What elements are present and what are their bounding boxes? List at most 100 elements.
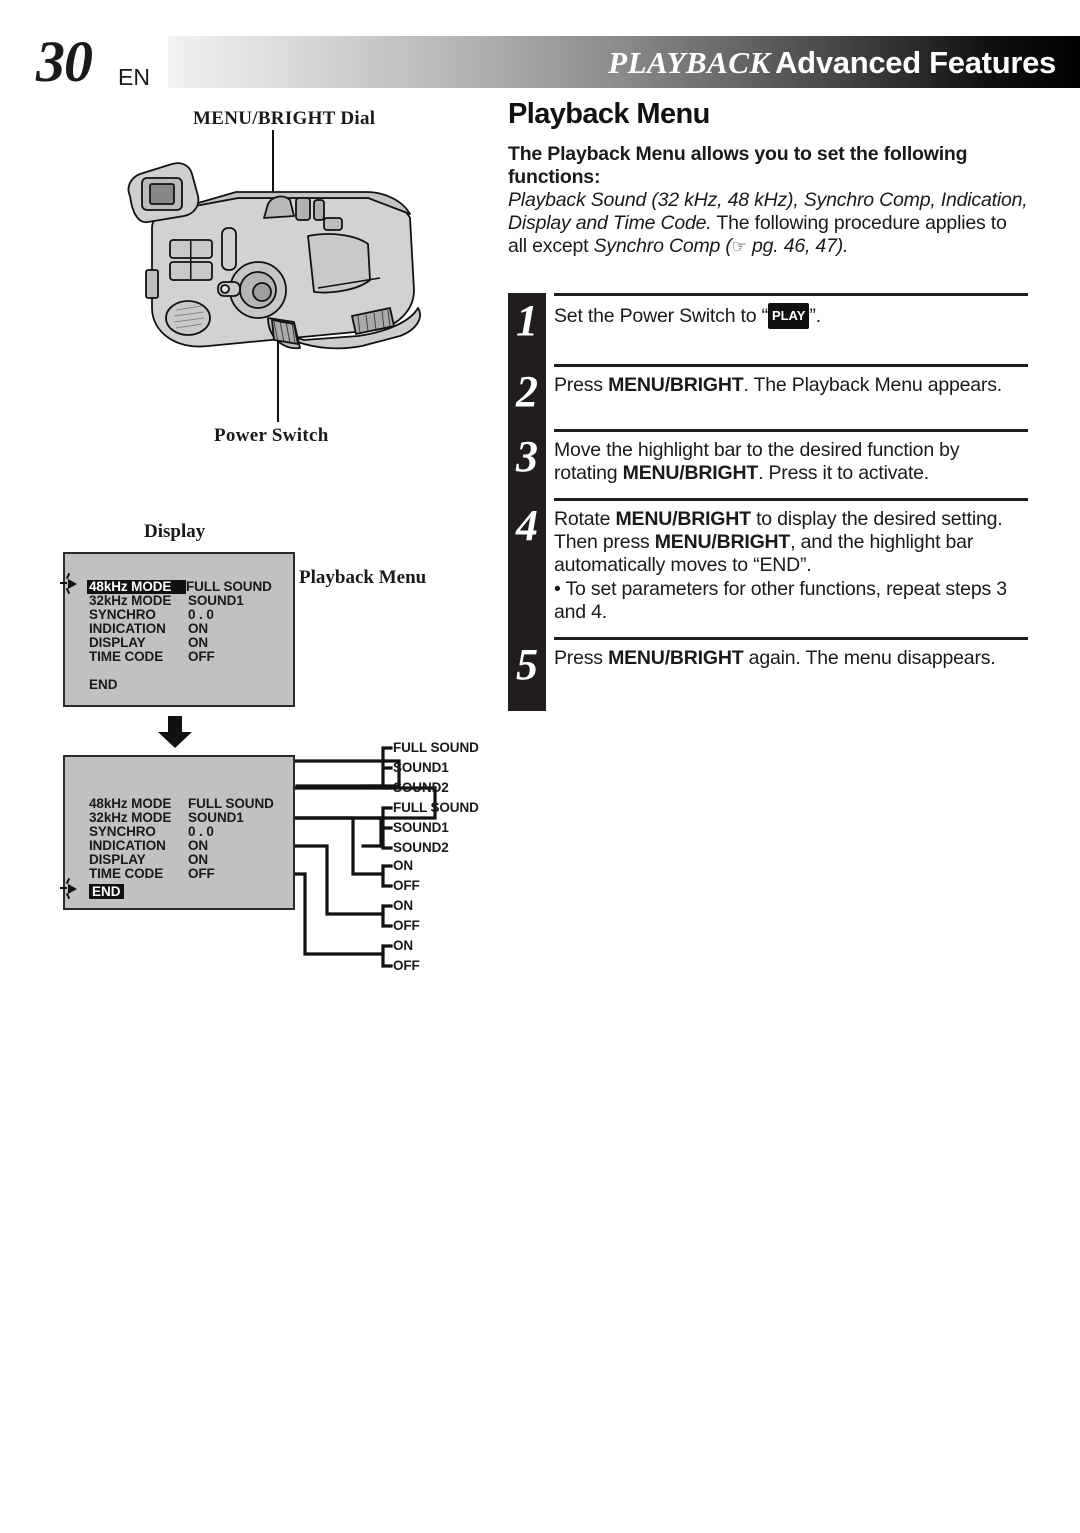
step-number-3: 3	[516, 432, 538, 481]
menu-row[interactable]: DISPLAY ON	[89, 853, 274, 867]
step2-button-name: MENU/BRIGHT	[608, 374, 744, 396]
menu-row-name: DISPLAY	[89, 635, 146, 650]
step-body-2: Press MENU/BRIGHT. The Playback Menu app…	[554, 374, 1028, 397]
pointing-hand-icon: ☞	[731, 237, 747, 257]
header-title-subject: Advanced Features	[775, 45, 1056, 80]
menu-row-list-1: 48kHz MODE FULL SOUND 32kHz MODE SOUND1 …	[87, 579, 272, 664]
menu-row-name: TIME CODE	[89, 649, 164, 664]
step-divider	[554, 429, 1028, 432]
menu-row-name: TIME CODE	[89, 866, 164, 881]
tree-option[interactable]: SOUND2	[393, 840, 449, 855]
label-playback-menu: Playback Menu	[299, 567, 427, 588]
tree-option[interactable]: SOUND1	[393, 760, 449, 775]
menu-row-name: SYNCHRO	[89, 824, 156, 839]
tree-connector-lines	[291, 746, 437, 968]
step1-text-before: Set the Power Switch to “	[554, 305, 768, 327]
step4-button-name-b: MENU/BRIGHT	[654, 531, 791, 553]
tree-option[interactable]: ON	[393, 938, 413, 953]
menu-row-name: DISPLAY	[89, 852, 146, 867]
header-title-section: PLAYBACK	[608, 45, 771, 80]
menu-row-value: ON	[188, 635, 209, 650]
step2-text-before: Press	[554, 374, 609, 396]
intro-paragraph-bold: The Playback Menu allows you to set the …	[508, 143, 968, 188]
step4-text-before: Rotate	[554, 508, 616, 530]
tree-option[interactable]: OFF	[393, 878, 420, 893]
tree-option[interactable]: FULL SOUND	[393, 740, 479, 755]
menu-row[interactable]: DISPLAY ON	[89, 636, 272, 650]
intro-page-reference: pg. 46, 47).	[746, 235, 849, 257]
tree-option[interactable]: FULL SOUND	[393, 800, 479, 815]
menu-row-name: SYNCHRO	[89, 607, 156, 622]
lcd-screen-menu-initial: 48kHz MODE FULL SOUND 32kHz MODE SOUND1 …	[63, 552, 295, 707]
intro-paragraph: Playback Sound (32 kHz, 48 kHz), Synchro…	[508, 189, 1028, 257]
menu-row[interactable]: 48kHz MODE FULL SOUND	[89, 797, 274, 811]
tree-option[interactable]: ON	[393, 898, 413, 913]
menu-row-value: OFF	[188, 649, 215, 664]
menu-row-value: FULL SOUND	[188, 796, 274, 811]
menu-row[interactable]: INDICATION ON	[89, 839, 274, 853]
step4-button-name-a: MENU/BRIGHT	[615, 508, 751, 530]
step-body-4: Rotate MENU/BRIGHT to display the desire…	[554, 508, 1028, 624]
camcorder-illustration	[127, 162, 421, 350]
step-text-5: Press MENU/BRIGHT again. The menu disapp…	[554, 647, 1028, 670]
step5-text-before: Press	[554, 647, 609, 669]
menu-row[interactable]: SYNCHRO 0 . 0	[89, 825, 274, 839]
menu-options-tree: FULL SOUND SOUND1 SOUND2 FULL SOUND SOUN…	[291, 740, 535, 980]
menu-row-name: 32kHz MODE	[89, 593, 172, 608]
step-text-2: Press MENU/BRIGHT. The Playback Menu app…	[554, 374, 1028, 397]
step-divider	[554, 293, 1028, 296]
menu-row-name: INDICATION	[89, 838, 166, 853]
step-divider	[554, 364, 1028, 367]
step-body-5: Press MENU/BRIGHT again. The menu disapp…	[554, 647, 1028, 670]
step-divider	[554, 637, 1028, 640]
menu-row[interactable]: INDICATION ON	[89, 622, 272, 636]
page-header: 30 EN PLAYBACK Advanced Features	[0, 29, 1080, 94]
label-display: Display	[144, 521, 206, 542]
menu-row-value: OFF	[188, 866, 215, 881]
play-mode-badge: PLAY	[767, 303, 810, 329]
step5-text-after: again. The menu disappears.	[743, 647, 996, 669]
menu-row-value: ON	[188, 621, 209, 636]
tree-option[interactable]: SOUND2	[393, 780, 449, 795]
procedure-steps: 1 Set the Power Switch to “PLAY”. 2 Pres…	[508, 293, 1028, 711]
menu-end-label: END	[89, 884, 124, 899]
menu-row-value: 0 . 0	[188, 824, 214, 839]
step5-button-name: MENU/BRIGHT	[608, 647, 744, 669]
header-title: PLAYBACK Advanced Features	[608, 45, 1056, 81]
step-number-4: 4	[516, 501, 538, 550]
menu-end-item[interactable]: END	[89, 884, 124, 899]
step-body-1: Set the Power Switch to “PLAY”.	[554, 303, 1028, 329]
menu-row-value: SOUND1	[188, 593, 244, 608]
menu-row[interactable]: TIME CODE OFF	[89, 650, 272, 664]
step2-text-after: . The Playback Menu appears.	[743, 374, 1002, 396]
step4-bullet-note: • To set parameters for other functions,…	[554, 578, 1007, 623]
main-content-column: Playback Menu The Playback Menu allows y…	[508, 98, 1028, 259]
callout-label-menu-bright-dial: MENU/BRIGHT Dial	[193, 108, 376, 129]
step-text-3: Move the highlight bar to the desired fu…	[554, 439, 1028, 485]
menu-row[interactable]: 48kHz MODE FULL SOUND	[87, 579, 272, 594]
tree-option[interactable]: ON	[393, 858, 413, 873]
menu-row[interactable]: SYNCHRO 0 . 0	[89, 608, 272, 622]
step1-text-after: ”.	[809, 305, 821, 327]
down-arrow-icon	[158, 716, 192, 748]
callout-label-power-switch: Power Switch	[214, 425, 329, 446]
menu-row-value: ON	[188, 838, 209, 853]
step-number-5: 5	[516, 640, 538, 689]
step-body-3: Move the highlight bar to the desired fu…	[554, 439, 1028, 485]
menu-row[interactable]: TIME CODE OFF	[89, 867, 274, 881]
menu-row-value: FULL SOUND	[186, 579, 272, 594]
step3-button-name: MENU/BRIGHT	[622, 462, 759, 484]
step-divider	[554, 498, 1028, 501]
menu-row[interactable]: 32kHz MODE SOUND1	[89, 594, 272, 608]
tree-option[interactable]: OFF	[393, 958, 420, 973]
tree-option[interactable]: OFF	[393, 918, 420, 933]
menu-row-name: INDICATION	[89, 621, 166, 636]
page-number: 30	[36, 29, 93, 94]
menu-row-value: 0 . 0	[188, 607, 214, 622]
intro-exception-name: Synchro Comp	[593, 235, 721, 257]
step3-text-after: . Press it to activate.	[758, 462, 930, 484]
menu-end-item[interactable]: END	[89, 677, 118, 692]
menu-row[interactable]: 32kHz MODE SOUND1	[89, 811, 274, 825]
tree-option[interactable]: SOUND1	[393, 820, 449, 835]
page-title: Playback Menu	[508, 98, 710, 130]
